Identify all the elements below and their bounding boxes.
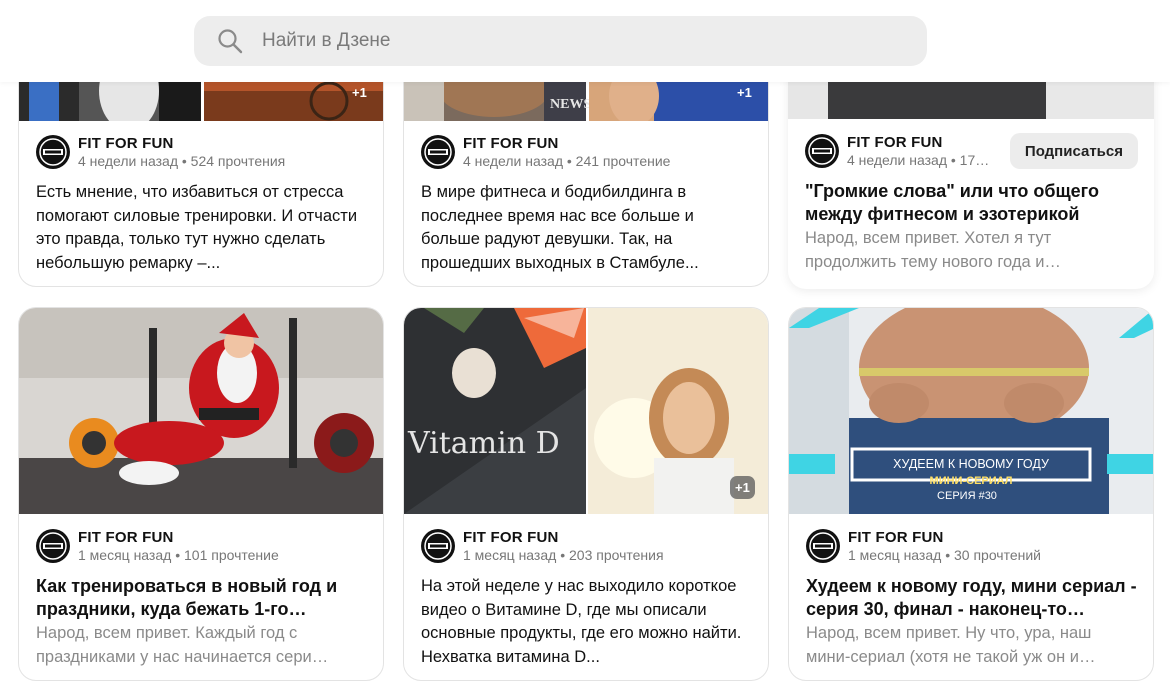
article-card[interactable]: FIT FOR FUN 4 недели назад • 17… "Громки… <box>788 60 1154 289</box>
search-bar[interactable] <box>194 16 927 66</box>
publisher-name[interactable]: FIT FOR FUN <box>848 529 1041 546</box>
article-snippet[interactable]: На этой неделе у нас выходило короткое в… <box>421 575 754 669</box>
publisher-row[interactable]: FIT FOR FUN 4 недели назад • 524 прочтен… <box>36 135 369 169</box>
top-header <box>0 0 1170 82</box>
card-image[interactable]: ХУДЕЕМ К НОВОМУ ГОДУ МИНИ-СЕРИАЛ СЕРИЯ #… <box>789 308 1153 514</box>
article-title[interactable]: Как тренироваться в новый год и праздник… <box>36 575 369 621</box>
publisher-avatar[interactable] <box>806 529 840 563</box>
vitamin-d-text: Vitamin D <box>407 426 560 461</box>
article-card[interactable]: NEWS +1 FIT FOR FUN 4 недели назад • 241… <box>403 60 769 287</box>
article-description[interactable]: Народ, всем привет. Каждый год с праздни… <box>36 622 369 669</box>
banner-subtitle: МИНИ-СЕРИАЛ <box>930 475 1013 487</box>
publisher-row[interactable]: FIT FOR FUN 1 месяц назад • 203 прочтени… <box>421 529 754 563</box>
banner-series: СЕРИЯ #30 <box>937 490 997 502</box>
article-snippet[interactable]: В мире фитнеса и бодибилдинга в последне… <box>421 181 754 275</box>
publisher-row[interactable]: FIT FOR FUN 4 недели назад • 241 прочтен… <box>421 135 754 169</box>
card-image[interactable]: Vitamin D +1 <box>404 308 768 514</box>
article-meta: 4 недели назад • 524 прочтения <box>78 152 286 169</box>
search-icon <box>218 29 243 54</box>
card-image[interactable] <box>19 308 383 514</box>
publisher-avatar[interactable] <box>421 135 455 169</box>
article-title[interactable]: Худеем к новому году, мини сериал - сери… <box>806 575 1139 621</box>
banner-title: ХУДЕЕМ К НОВОМУ ГОДУ <box>893 457 1049 471</box>
publisher-row[interactable]: FIT FOR FUN 1 месяц назад • 101 прочтени… <box>36 529 369 563</box>
publisher-row[interactable]: FIT FOR FUN 1 месяц назад • 30 прочтений <box>806 529 1139 563</box>
publisher-name[interactable]: FIT FOR FUN <box>463 529 664 546</box>
article-meta: 4 недели назад • 17… <box>847 151 990 168</box>
publisher-name[interactable]: FIT FOR FUN <box>78 529 279 546</box>
article-description[interactable]: Народ, всем привет. Хотел я тут продолжи… <box>805 227 1138 274</box>
news-caption: NEWS <box>550 97 591 112</box>
subscribe-button[interactable]: Подписаться <box>1009 133 1138 169</box>
search-input[interactable] <box>262 30 862 52</box>
publisher-avatar[interactable] <box>36 135 70 169</box>
article-snippet[interactable]: Есть мнение, что избавиться от стресса п… <box>36 181 369 275</box>
publisher-avatar[interactable] <box>805 134 839 168</box>
more-images-badge: +1 <box>737 85 752 100</box>
feed-page: +1 FIT FOR FUN 4 недели назад • 524 проч… <box>0 0 1170 683</box>
article-meta: 1 месяц назад • 30 прочтений <box>848 546 1042 563</box>
article-card[interactable]: ХУДЕЕМ К НОВОМУ ГОДУ МИНИ-СЕРИАЛ СЕРИЯ #… <box>788 307 1154 681</box>
publisher-name[interactable]: FIT FOR FUN <box>78 135 285 152</box>
article-card[interactable]: Vitamin D +1 FIT FOR FUN 1 месяц назад •… <box>403 307 769 681</box>
more-images-badge: +1 <box>730 476 755 499</box>
article-card[interactable]: FIT FOR FUN 1 месяц назад • 101 прочтени… <box>18 307 384 681</box>
publisher-name[interactable]: FIT FOR FUN <box>463 135 670 152</box>
article-title[interactable]: "Громкие слова" или что общего между фит… <box>805 180 1138 226</box>
article-meta: 4 недели назад • 241 прочтение <box>463 152 671 169</box>
more-images-badge: +1 <box>352 85 367 100</box>
article-meta: 1 месяц назад • 101 прочтение <box>78 546 279 563</box>
article-description[interactable]: Народ, всем привет. Ну что, ура, наш мин… <box>806 622 1139 669</box>
article-card[interactable]: +1 FIT FOR FUN 4 недели назад • 524 проч… <box>18 60 384 287</box>
publisher-avatar[interactable] <box>36 529 70 563</box>
publisher-avatar[interactable] <box>421 529 455 563</box>
article-meta: 1 месяц назад • 203 прочтения <box>463 546 664 563</box>
publisher-name[interactable]: FIT FOR FUN <box>847 134 989 151</box>
